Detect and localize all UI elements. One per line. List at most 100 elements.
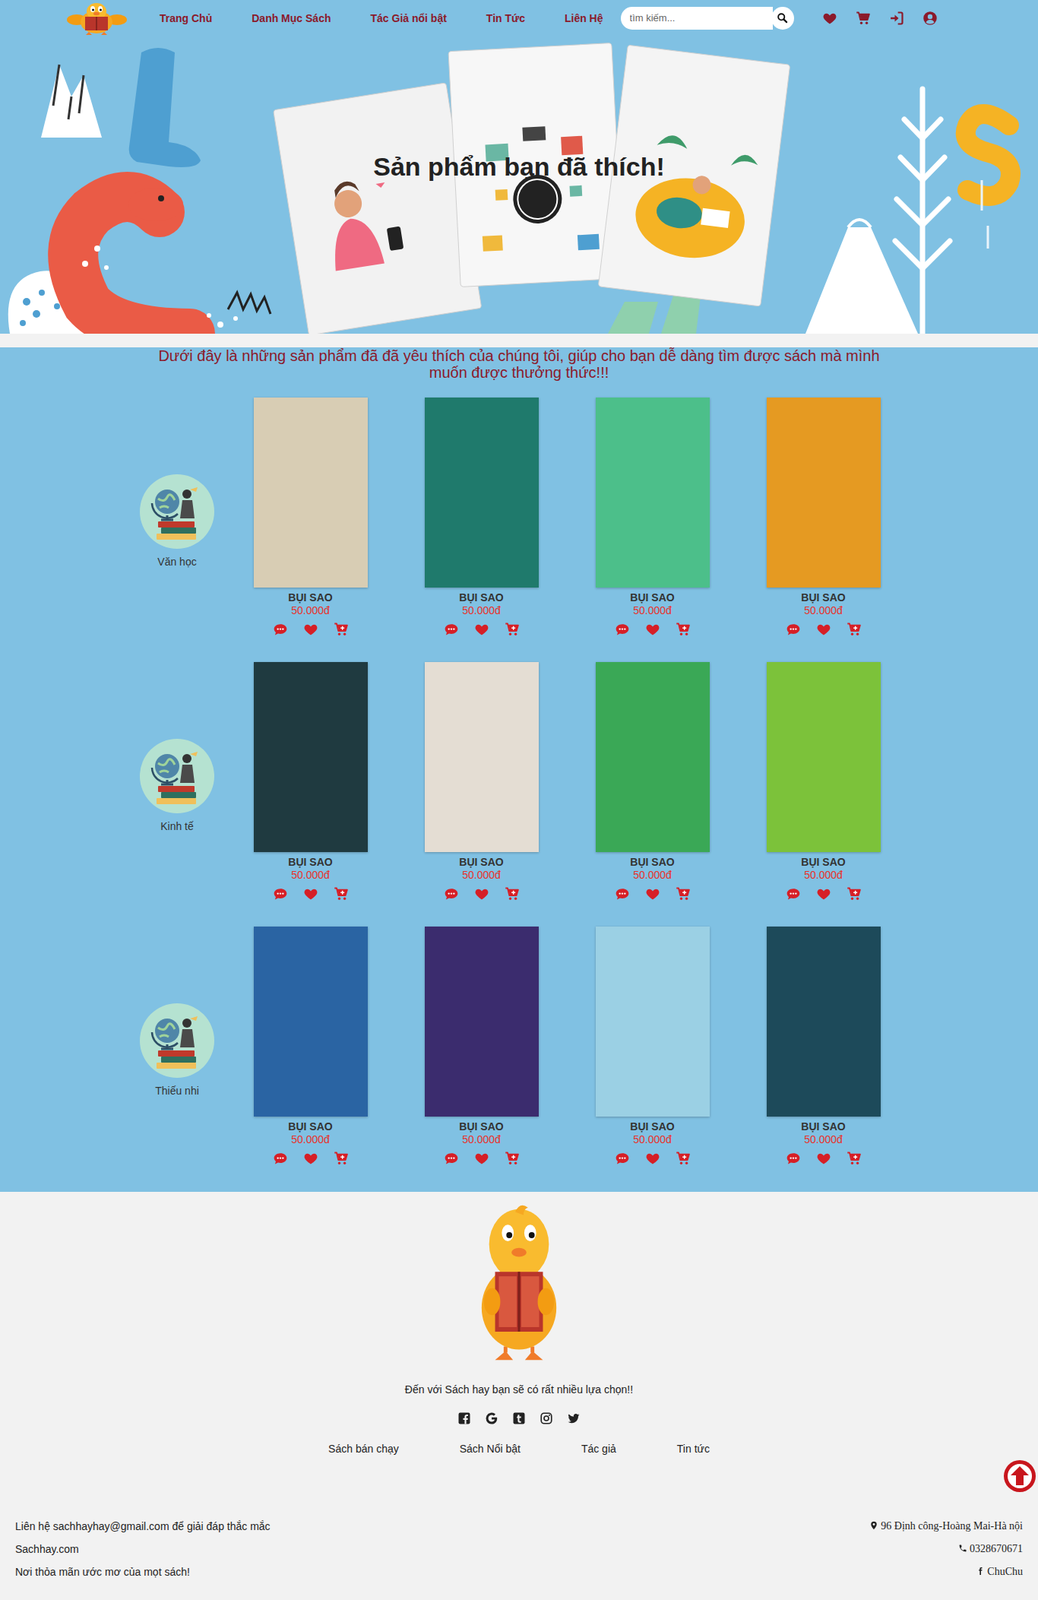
book-cover[interactable] (424, 926, 539, 1117)
comment-icon[interactable] (785, 621, 801, 637)
heart-icon[interactable] (816, 1150, 832, 1166)
cart-plus-icon[interactable] (504, 621, 520, 637)
comment-icon[interactable] (614, 621, 630, 637)
cart-plus-icon[interactable] (675, 621, 691, 637)
book-title[interactable]: BỤI SAO (629, 1119, 675, 1133)
footer-links: Sách bán chạy Sách Nổi bật Tác giả Tin tức (0, 1441, 1038, 1456)
category[interactable]: Thiếu nhi (129, 926, 225, 1167)
cart-plus-icon[interactable] (333, 1150, 349, 1166)
comment-icon[interactable] (443, 886, 459, 902)
book-title[interactable]: BỤI SAO (287, 854, 333, 869)
heart-icon[interactable] (822, 10, 838, 26)
book-title[interactable]: BỤI SAO (629, 590, 675, 605)
comment-icon[interactable] (614, 886, 630, 902)
globe-books-icon[interactable] (139, 1003, 215, 1078)
heart-icon[interactable] (474, 621, 490, 637)
map-marker-icon (869, 1520, 879, 1530)
twitter-icon[interactable] (566, 1411, 581, 1425)
facebook-icon[interactable] (457, 1411, 472, 1425)
logo-icon[interactable] (66, 1, 128, 35)
heart-icon[interactable] (474, 886, 490, 902)
comment-icon[interactable] (785, 886, 801, 902)
footer-link[interactable]: Tin tức (677, 1441, 710, 1456)
cart-plus-icon[interactable] (846, 886, 862, 902)
heart-icon[interactable] (645, 886, 661, 902)
instagram-icon[interactable] (539, 1411, 554, 1425)
book-cover[interactable] (253, 397, 368, 588)
book-actions (272, 620, 349, 638)
comment-icon[interactable] (272, 1150, 288, 1166)
book-title[interactable]: BỤI SAO (800, 854, 845, 869)
heart-icon[interactable] (303, 886, 319, 902)
book-cover[interactable] (253, 661, 368, 852)
globe-books-icon[interactable] (139, 738, 215, 814)
cart-plus-icon[interactable] (333, 621, 349, 637)
contact-text[interactable]: ChuChu (987, 1565, 1023, 1577)
category[interactable]: Văn học (129, 397, 225, 638)
book-cover[interactable] (595, 926, 710, 1117)
category-label[interactable]: Văn học (157, 554, 197, 569)
nav-link[interactable]: Danh Mục Sách (251, 11, 331, 26)
user-icon[interactable] (922, 10, 938, 26)
book-title[interactable]: BỤI SAO (287, 590, 333, 605)
search-button[interactable] (771, 6, 795, 30)
book-title[interactable]: BỤI SAO (287, 1119, 333, 1133)
book-title[interactable]: BỤI SAO (458, 1119, 504, 1133)
cart-plus-icon[interactable] (675, 886, 691, 902)
tumblr-icon[interactable] (512, 1411, 526, 1425)
heart-icon[interactable] (645, 1150, 661, 1166)
category[interactable]: Kinh tế (129, 661, 225, 902)
book-price: 50.000đ (803, 604, 843, 617)
nav-link[interactable]: Trang Chủ (159, 11, 213, 26)
heart-icon[interactable] (303, 1150, 319, 1166)
book-cover[interactable] (766, 926, 881, 1117)
footer-link[interactable]: Sách Nổi bật (459, 1441, 521, 1456)
book-item: BỤI SAO50.000đ (224, 661, 396, 902)
book-cover[interactable] (595, 661, 710, 852)
comment-icon[interactable] (443, 621, 459, 637)
book-cover[interactable] (766, 397, 881, 588)
comment-icon[interactable] (614, 1150, 630, 1166)
nav-link[interactable]: Tác Giả nổi bật (370, 11, 447, 26)
footer-link[interactable]: Tác giả (581, 1441, 617, 1456)
cart-plus-icon[interactable] (675, 1150, 691, 1166)
book-title[interactable]: BỤI SAO (800, 1119, 845, 1133)
footer-link[interactable]: Sách bán chạy (328, 1441, 399, 1456)
heart-icon[interactable] (303, 621, 319, 637)
contact-line: ChuChu (869, 1560, 1023, 1583)
category-label[interactable]: Kinh tế (160, 819, 194, 833)
book-title[interactable]: BỤI SAO (458, 854, 504, 869)
globe-books-icon[interactable] (139, 474, 215, 549)
book-cover[interactable] (424, 661, 539, 852)
duck-mascot-icon (474, 1201, 564, 1362)
heart-icon[interactable] (816, 886, 832, 902)
cart-plus-icon[interactable] (504, 1150, 520, 1166)
book-cover[interactable] (253, 926, 368, 1117)
book-cover[interactable] (766, 661, 881, 852)
google-icon[interactable] (484, 1411, 499, 1425)
search-icon (776, 12, 788, 24)
cart-plus-icon[interactable] (333, 886, 349, 902)
comment-icon[interactable] (272, 621, 288, 637)
comment-icon[interactable] (443, 1150, 459, 1166)
book-title[interactable]: BỤI SAO (458, 590, 504, 605)
comment-icon[interactable] (272, 886, 288, 902)
cart-plus-icon[interactable] (846, 1150, 862, 1166)
nav-link[interactable]: Liên Hệ (564, 11, 604, 26)
cart-icon[interactable] (855, 10, 871, 26)
back-to-top-icon[interactable] (1003, 1458, 1037, 1493)
cart-plus-icon[interactable] (504, 886, 520, 902)
heart-icon[interactable] (474, 1150, 490, 1166)
search-input[interactable] (620, 6, 773, 30)
comment-icon[interactable] (785, 1150, 801, 1166)
cart-plus-icon[interactable] (846, 621, 862, 637)
heart-icon[interactable] (645, 621, 661, 637)
sign-in-icon[interactable] (889, 10, 905, 26)
heart-icon[interactable] (816, 621, 832, 637)
nav-link[interactable]: Tin Tức (486, 11, 526, 26)
book-title[interactable]: BỤI SAO (800, 590, 845, 605)
book-cover[interactable] (424, 397, 539, 588)
category-label[interactable]: Thiếu nhi (155, 1083, 200, 1098)
book-title[interactable]: BỤI SAO (629, 854, 675, 869)
book-cover[interactable] (595, 397, 710, 588)
